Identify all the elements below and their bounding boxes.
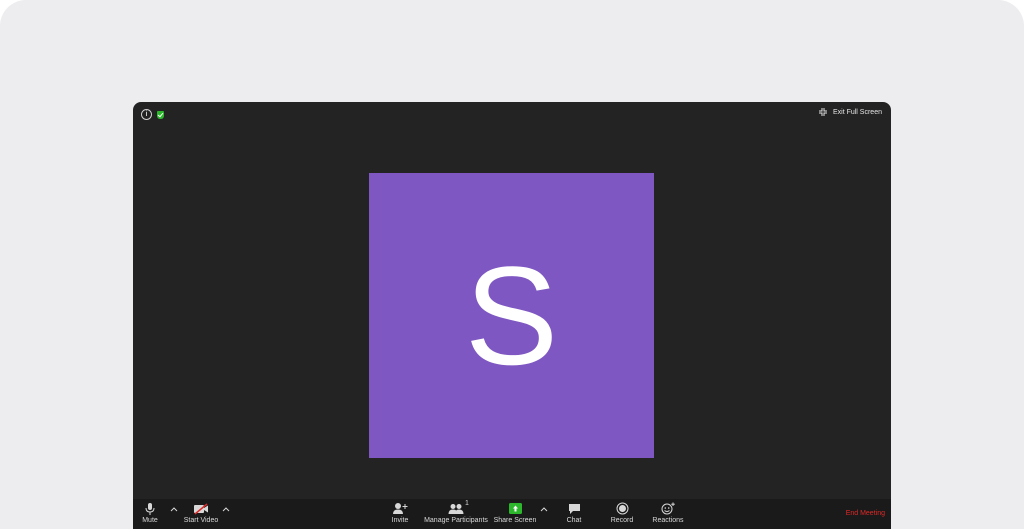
people-icon: [448, 503, 464, 514]
info-icon[interactable]: i: [141, 109, 152, 120]
exit-full-screen-label: Exit Full Screen: [832, 108, 882, 116]
share-screen-label: Share Screen: [493, 517, 537, 524]
mute-label: Mute: [142, 517, 158, 524]
avatar-initial: S: [464, 237, 559, 394]
record-label: Record: [610, 517, 634, 524]
audio-options-caret[interactable]: [169, 505, 179, 515]
invite-label: Invite: [391, 517, 409, 524]
invite-button[interactable]: Invite: [388, 501, 412, 528]
shield-icon[interactable]: [157, 110, 164, 119]
device-frame: i Exit Full Screen S Mute Start Video In…: [0, 0, 1024, 529]
participant-avatar-tile: S: [369, 173, 654, 458]
manage-participants-label: Manage Participants: [424, 517, 488, 524]
meeting-toolbar: Mute Start Video Invite 1 Manage Partici…: [133, 499, 891, 529]
emoji-plus-icon: [661, 502, 675, 515]
chevron-up-icon: [170, 507, 178, 512]
record-button[interactable]: Record: [610, 501, 634, 528]
chat-bubble-icon: [568, 503, 580, 514]
exit-full-screen-icon: [818, 108, 827, 116]
end-meeting-button[interactable]: End Meeting: [846, 510, 885, 517]
meeting-window: i Exit Full Screen S Mute Start Video In…: [133, 102, 891, 529]
share-screen-button[interactable]: Share Screen: [494, 501, 536, 528]
start-video-button[interactable]: Start Video: [182, 501, 220, 528]
participant-count-badge: 1: [465, 500, 469, 507]
video-options-caret[interactable]: [221, 505, 231, 515]
share-options-caret[interactable]: [539, 505, 549, 515]
chevron-up-icon: [222, 507, 230, 512]
chevron-up-icon: [540, 507, 548, 512]
exit-full-screen-button[interactable]: Exit Full Screen: [818, 108, 882, 116]
chat-label: Chat: [566, 517, 582, 524]
add-person-icon: [393, 503, 408, 514]
video-off-icon: [194, 502, 208, 515]
record-icon: [616, 502, 628, 515]
meeting-info-area: i: [141, 109, 164, 120]
reactions-button[interactable]: Reactions: [651, 501, 685, 528]
mute-button[interactable]: Mute: [141, 501, 159, 528]
chat-button[interactable]: Chat: [564, 501, 584, 528]
manage-participants-button[interactable]: 1 Manage Participants: [424, 500, 488, 528]
start-video-label: Start Video: [183, 517, 219, 524]
share-screen-icon: [508, 503, 522, 514]
reactions-label: Reactions: [652, 517, 684, 524]
microphone-icon: [145, 502, 155, 515]
